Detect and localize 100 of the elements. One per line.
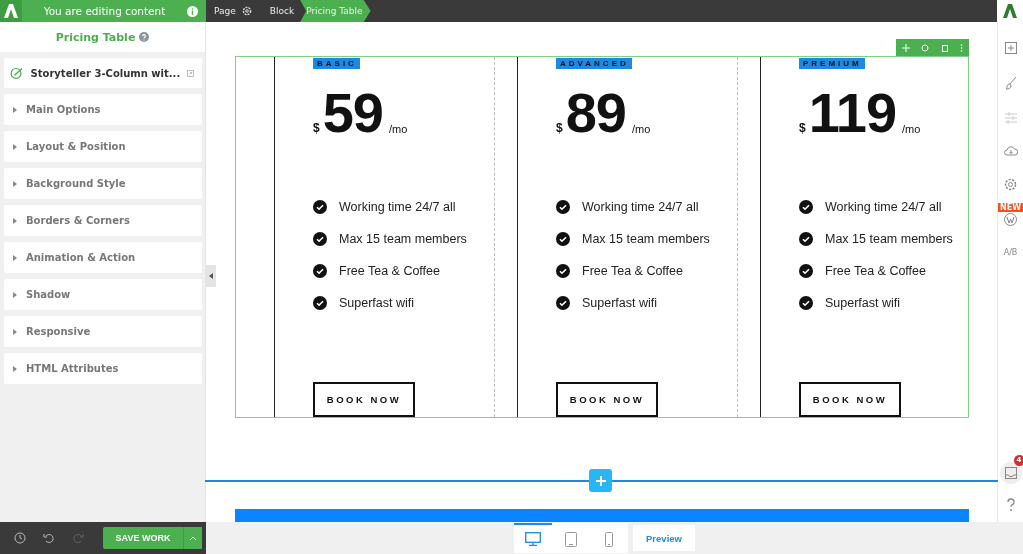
- section-label: Background Style: [26, 178, 126, 189]
- caret-icon: [13, 328, 17, 335]
- panel-title: Pricing Table: [55, 30, 136, 44]
- check-icon: [799, 263, 813, 278]
- check-icon: [556, 263, 570, 278]
- breadcrumb-item[interactable]: Block: [263, 0, 299, 22]
- section-header[interactable]: Background Style: [4, 168, 202, 199]
- cloud-download-icon[interactable]: [1003, 146, 1018, 156]
- section-header[interactable]: Main Options: [4, 94, 202, 125]
- section-label: Layout & Position: [26, 141, 126, 152]
- section-label: HTML Attributes: [26, 363, 119, 374]
- info-icon[interactable]: [187, 5, 198, 17]
- help-icon[interactable]: [1005, 498, 1016, 512]
- check-icon: [313, 231, 327, 246]
- currency-symbol: $: [799, 121, 806, 135]
- redo-icon[interactable]: [72, 532, 84, 544]
- breadcrumb-item[interactable]: Page: [208, 0, 240, 22]
- feature-text: Working time 24/7 all: [582, 199, 699, 214]
- book-now-button[interactable]: BOOK NOW: [556, 382, 658, 417]
- check-icon: [799, 199, 813, 214]
- collapse-handle[interactable]: [206, 265, 216, 287]
- feature-text: Working time 24/7 all: [825, 199, 942, 214]
- new-badge: NEW: [998, 203, 1023, 212]
- feature-text: Free Tea & Coffee: [582, 263, 683, 278]
- section-label: Shadow: [26, 289, 71, 300]
- plan-label: PREMIUM: [799, 58, 865, 69]
- template-card[interactable]: Storyteller 3-Column wit...: [4, 58, 202, 88]
- tablet-icon: [565, 531, 577, 547]
- sliders-icon[interactable]: [1004, 112, 1017, 124]
- plus-icon: [595, 475, 606, 486]
- add-block-button[interactable]: [589, 469, 612, 492]
- feature-text: Max 15 team members: [339, 231, 467, 246]
- logo-icon[interactable]: [1003, 3, 1017, 19]
- check-icon: [313, 295, 327, 310]
- currency-symbol: $: [313, 121, 320, 135]
- save-work-button[interactable]: SAVE WORK: [103, 527, 183, 549]
- move-icon[interactable]: [901, 43, 910, 52]
- logo-icon[interactable]: [0, 0, 22, 22]
- caret-icon: [13, 254, 17, 261]
- add-icon[interactable]: [1004, 42, 1017, 54]
- block-toolbar[interactable]: [896, 39, 969, 56]
- feature-text: Superfast wifi: [339, 295, 415, 310]
- caret-icon: [13, 291, 17, 298]
- caret-icon: [13, 365, 17, 372]
- section-header[interactable]: Responsive: [4, 316, 202, 347]
- section-label: Animation & Action: [26, 252, 136, 263]
- check-icon: [799, 295, 813, 310]
- desktop-icon: [525, 532, 541, 546]
- feature-text: Superfast wifi: [582, 295, 658, 310]
- editing-mode-label: You are editing content: [42, 5, 167, 17]
- price-amount: 89: [565, 85, 626, 141]
- check-icon: [313, 263, 327, 278]
- currency-symbol: $: [556, 121, 563, 135]
- check-icon: [556, 199, 570, 214]
- external-link-icon[interactable]: [187, 68, 194, 78]
- phone-icon: [605, 531, 613, 547]
- feature-text: Superfast wifi: [825, 295, 901, 310]
- pricing-table[interactable]: [235, 56, 969, 418]
- breadcrumb-item[interactable]: Pricing Table: [300, 0, 371, 22]
- feature-text: Free Tea & Coffee: [339, 263, 440, 278]
- caret-icon: [13, 217, 17, 224]
- check-icon: [313, 199, 327, 214]
- price-period: /mo: [632, 123, 651, 135]
- price-period: /mo: [389, 123, 408, 135]
- feature-text: Free Tea & Coffee: [825, 263, 926, 278]
- section-label: Main Options: [26, 104, 101, 115]
- section-label: Borders & Corners: [26, 215, 130, 226]
- translate-button[interactable]: A/B: [1003, 248, 1018, 257]
- price-amount: 59: [322, 85, 383, 141]
- more-icon[interactable]: [960, 43, 964, 52]
- section-header[interactable]: Animation & Action: [4, 242, 202, 273]
- section-label: Responsive: [26, 326, 91, 337]
- price-amount: 119: [808, 85, 897, 141]
- feature-text: Max 15 team members: [582, 231, 710, 246]
- caret-icon: [13, 180, 17, 187]
- history-icon[interactable]: [14, 532, 26, 544]
- template-name: Storyteller 3-Column wit...: [30, 67, 181, 79]
- check-icon: [799, 231, 813, 246]
- section-header[interactable]: Shadow: [4, 279, 202, 310]
- caret-icon: [189, 535, 197, 541]
- help-icon[interactable]: [139, 32, 150, 42]
- check-icon: [556, 231, 570, 246]
- price-period: /mo: [902, 123, 921, 135]
- caret-icon: [13, 106, 17, 113]
- book-now-button[interactable]: BOOK NOW: [799, 382, 901, 417]
- check-icon: [556, 295, 570, 310]
- book-now-button[interactable]: BOOK NOW: [313, 382, 415, 417]
- wordpress-icon[interactable]: [1004, 213, 1017, 226]
- feature-text: Working time 24/7 all: [339, 199, 456, 214]
- feature-text: Max 15 team members: [825, 231, 953, 246]
- section-header[interactable]: HTML Attributes: [4, 353, 202, 384]
- undo-icon[interactable]: [43, 532, 55, 544]
- section-header[interactable]: Borders & Corners: [4, 205, 202, 236]
- plan-label: ADVANCED: [556, 58, 632, 69]
- preview-button[interactable]: Preview: [633, 525, 695, 551]
- inbox-icon[interactable]: [1004, 467, 1017, 479]
- section-header[interactable]: Layout & Position: [4, 131, 202, 162]
- plan-label: BASIC: [313, 58, 360, 69]
- brush-icon[interactable]: [1004, 76, 1017, 90]
- caret-icon: [13, 143, 17, 150]
